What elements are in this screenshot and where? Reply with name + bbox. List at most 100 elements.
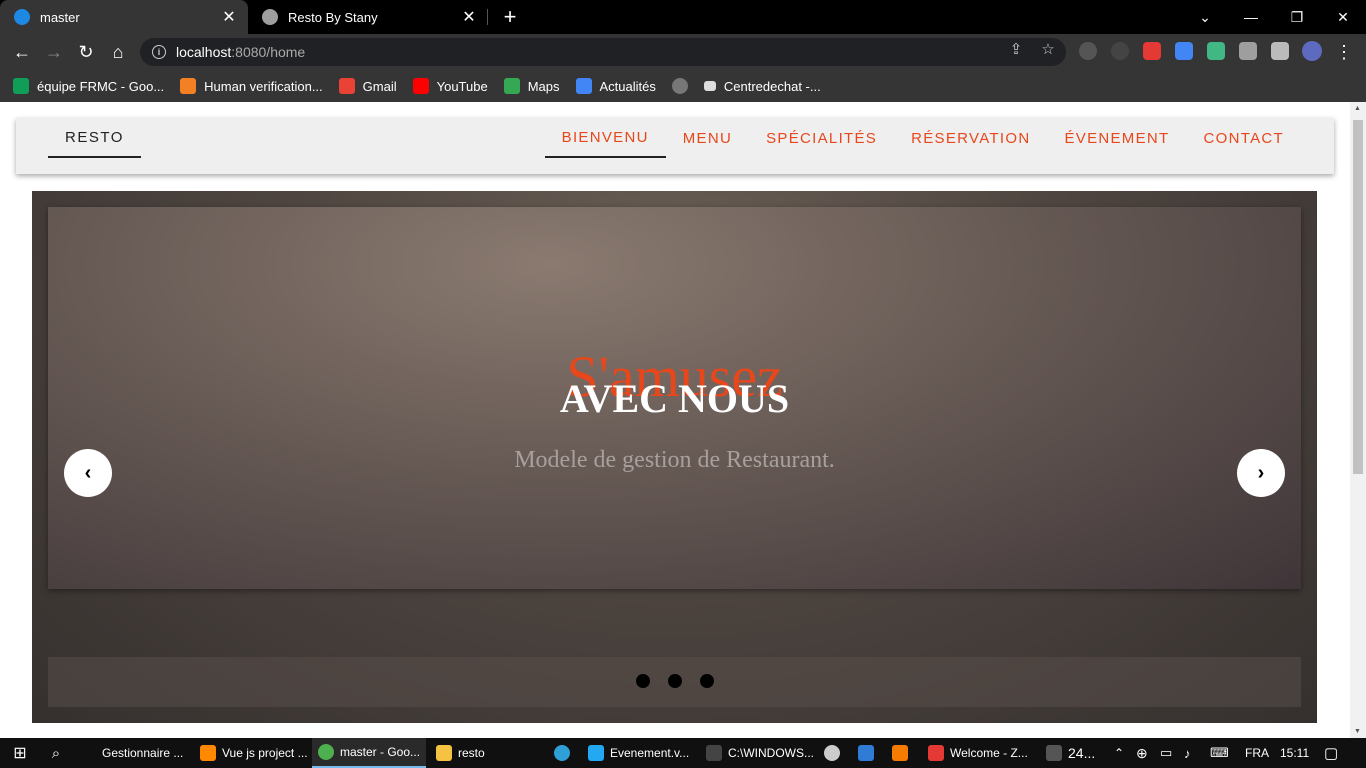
nav-contact[interactable]: CONTACT — [1187, 118, 1301, 158]
taskbar-item[interactable] — [892, 738, 914, 768]
nav-bienvenu[interactable]: BIENVENU — [544, 118, 666, 158]
vlc-icon — [200, 745, 216, 761]
side-panel-icon[interactable] — [1271, 42, 1289, 60]
clock[interactable]: 15:11 — [1280, 738, 1309, 768]
extension-circle-icon[interactable] — [1111, 42, 1129, 60]
extension-colorful-icon[interactable] — [1143, 42, 1161, 60]
search-icon[interactable]: ⌕ — [44, 738, 68, 768]
taskbar-label: Vue js project ... — [222, 746, 308, 760]
brand-logo[interactable]: RESTO — [48, 118, 141, 158]
carousel-dot-1[interactable] — [635, 674, 650, 688]
tab-master[interactable]: master ✕ — [0, 0, 248, 34]
taskbar-label: Evenement.v... — [610, 746, 690, 760]
carousel-prev-button[interactable]: ‹ — [64, 449, 112, 497]
windows-start-icon[interactable]: ⊞ — [8, 738, 32, 768]
taskbar-item[interactable]: Evenement.v... — [584, 738, 698, 768]
share-icon[interactable]: ⇪ — [1006, 40, 1026, 58]
page-icon — [703, 81, 716, 91]
nav-reservation[interactable]: RÉSERVATION — [894, 118, 1047, 158]
bookmark-item[interactable]: YouTube — [412, 78, 488, 94]
extensions-puzzle-icon[interactable] — [1239, 42, 1257, 60]
hero-title: AVEC NOUS — [559, 376, 790, 421]
globe-icon — [262, 9, 278, 25]
bookmark-item[interactable]: Maps — [503, 78, 560, 94]
vue-devtools-icon[interactable] — [1207, 42, 1225, 60]
language-indicator[interactable]: FRA — [1245, 738, 1269, 768]
taskbar-item[interactable]: Vue js project ... — [194, 738, 308, 768]
taskbar-item[interactable] — [554, 738, 576, 768]
taskbar-label: C:\WINDOWS... — [728, 746, 814, 760]
taskbar-item[interactable]: Gestionnaire ... — [80, 738, 192, 768]
browser-tab-strip: master ✕ Resto By Stany ✕ + ⌄ — ❐ ✕ — [0, 0, 1366, 34]
carousel-next-button[interactable]: › — [1237, 449, 1285, 497]
scroll-down-icon[interactable]: ▼ — [1354, 728, 1361, 735]
nav-evenement[interactable]: ÉVENEMENT — [1047, 118, 1186, 158]
bookmark-item[interactable] — [671, 78, 688, 94]
youtube-icon — [412, 78, 429, 94]
url-path: :8080/home — [231, 44, 306, 60]
volume-icon[interactable]: ♪ — [1184, 738, 1191, 768]
new-tab-button[interactable]: + — [498, 4, 522, 30]
stackoverflow-icon — [180, 78, 197, 94]
taskbar-label: resto — [458, 746, 485, 760]
bookmark-label: équipe FRMC - Goo... — [37, 78, 165, 94]
bookmark-star-icon[interactable]: ☆ — [1038, 40, 1058, 58]
vscode-icon — [588, 745, 604, 761]
bookmark-item[interactable]: Centredechat -... — [703, 79, 821, 94]
taskbar-item[interactable]: resto — [430, 738, 544, 768]
weather-text: 24... — [1068, 745, 1096, 761]
minimize-button[interactable]: — — [1228, 0, 1274, 34]
address-bar[interactable]: i localhost:8080/home — [140, 38, 1066, 66]
windows-taskbar: ⊞ ⌕ Gestionnaire ... Vue js project ... … — [0, 738, 1366, 768]
edge-icon — [554, 745, 570, 761]
bookmark-item[interactable]: équipe FRMC - Goo... — [13, 78, 164, 94]
taskbar-item[interactable]: Welcome - Z... — [924, 738, 1036, 768]
scrollbar-thumb[interactable] — [1353, 120, 1363, 474]
home-icon[interactable]: ⌂ — [106, 40, 130, 64]
close-tab-icon[interactable]: ✕ — [220, 7, 238, 27]
menu-kebab-icon[interactable]: ⋮ — [1332, 40, 1356, 64]
page-scrollbar[interactable]: ▲ ▼ — [1350, 102, 1366, 738]
gmail-icon — [338, 78, 355, 94]
taskbar-item[interactable]: master - Goo... — [312, 738, 426, 768]
network-icon[interactable]: ⊕ — [1136, 738, 1148, 768]
reload-icon[interactable]: ↻ — [74, 40, 98, 64]
xampp-icon — [892, 745, 908, 761]
bookmark-item[interactable]: Gmail — [338, 78, 397, 94]
restore-button[interactable]: ❐ — [1274, 0, 1320, 34]
nav-links: BIENVENU MENU SPÉCIALITÉS RÉSERVATION ÉV… — [544, 118, 1301, 158]
weather-widget[interactable]: 24... — [1046, 738, 1095, 768]
taskbar-item[interactable] — [824, 738, 846, 768]
tab-title: Resto By Stany — [288, 9, 378, 25]
cmd-icon — [706, 745, 722, 761]
bookmark-item[interactable]: Actualités — [575, 78, 656, 94]
taskbar-item[interactable] — [858, 738, 880, 768]
scroll-up-icon[interactable]: ▲ — [1354, 105, 1361, 112]
tab-search-icon[interactable]: ⌄ — [1182, 0, 1228, 34]
tab-resto[interactable]: Resto By Stany ✕ — [248, 0, 488, 34]
tray-chevron-icon[interactable]: ⌃ — [1114, 738, 1124, 768]
extension-w-icon[interactable] — [1079, 42, 1097, 60]
bookmark-label: Gmail — [362, 78, 397, 94]
back-icon[interactable]: ← — [10, 40, 34, 64]
nav-specialites[interactable]: SPÉCIALITÉS — [749, 118, 894, 158]
keyboard-icon[interactable]: ⌨ — [1210, 738, 1229, 768]
profile-avatar[interactable] — [1302, 41, 1322, 61]
forward-icon[interactable]: → — [42, 40, 66, 64]
nav-menu[interactable]: MENU — [666, 118, 749, 158]
notifications-icon[interactable]: ▢ — [1324, 738, 1338, 768]
page-viewport: RESTO BIENVENU MENU SPÉCIALITÉS RÉSERVAT… — [0, 102, 1366, 738]
close-window-button[interactable]: ✕ — [1320, 0, 1366, 34]
carousel-dot-2[interactable] — [667, 674, 682, 688]
site-info-icon[interactable]: i — [152, 45, 166, 59]
taskbar-label: Gestionnaire ... — [102, 746, 184, 760]
carousel-dot-3[interactable] — [699, 674, 714, 688]
taskbar-item[interactable]: C:\WINDOWS... — [702, 738, 816, 768]
google-translate-icon[interactable] — [1175, 42, 1193, 60]
taskbar-label: Welcome - Z... — [950, 746, 1028, 760]
bookmark-item[interactable]: Human verification... — [180, 78, 323, 94]
app-l-icon — [858, 745, 874, 761]
bookmark-label: YouTube — [436, 78, 488, 94]
close-tab-icon[interactable]: ✕ — [460, 7, 478, 27]
battery-icon[interactable]: ▭ — [1160, 738, 1172, 768]
